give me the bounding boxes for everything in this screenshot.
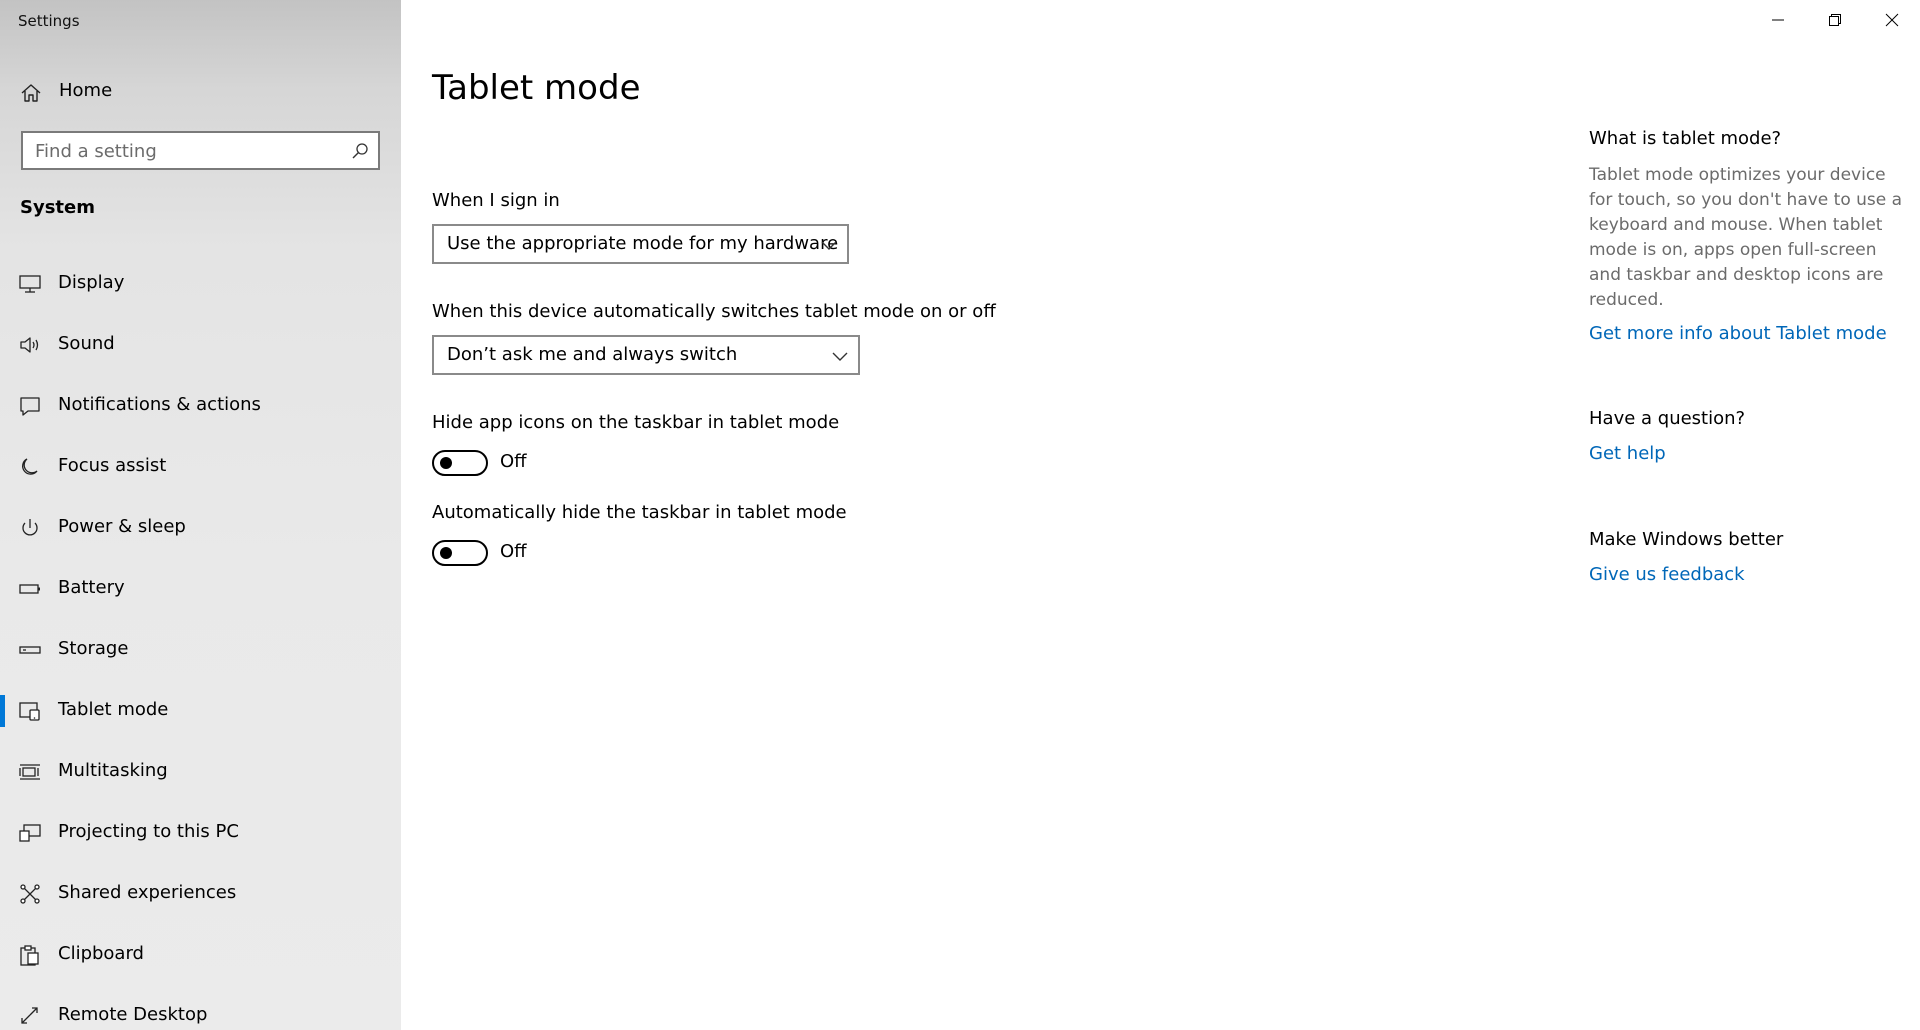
home-button[interactable]: Home xyxy=(0,72,401,112)
get-help-link[interactable]: Get help xyxy=(1589,443,1666,464)
speaker-icon xyxy=(20,337,39,353)
search-input[interactable] xyxy=(35,139,335,163)
sidebar-item-label: Battery xyxy=(58,577,125,598)
sidebar-item-label: Sound xyxy=(58,333,115,354)
close-icon xyxy=(1885,13,1898,27)
sidebar-item-notifications[interactable]: Notifications & actions xyxy=(0,382,401,430)
sidebar-item-clipboard[interactable]: Clipboard xyxy=(0,931,401,979)
toggle-knob xyxy=(440,547,452,559)
projecting-icon xyxy=(19,824,41,842)
toggle-knob xyxy=(440,457,452,469)
sidebar-item-label: Storage xyxy=(58,638,129,659)
auto-switch-label: When this device automatically switches … xyxy=(432,301,996,322)
restore-icon xyxy=(1828,14,1841,26)
sidebar-item-focus-assist[interactable]: Focus assist xyxy=(0,443,401,491)
storage-icon xyxy=(19,646,41,654)
sidebar-item-remote-desktop[interactable]: Remote Desktop xyxy=(0,992,401,1030)
sidebar-item-label: Clipboard xyxy=(58,943,144,964)
sidebar-item-label: Projecting to this PC xyxy=(58,821,239,842)
tablet-mode-icon xyxy=(19,702,40,721)
sidebar-item-display[interactable]: Display xyxy=(0,260,401,308)
feedback-link[interactable]: Give us feedback xyxy=(1589,564,1745,585)
moon-icon xyxy=(22,458,38,475)
selection-indicator xyxy=(0,695,5,727)
sidebar-item-projecting[interactable]: Projecting to this PC xyxy=(0,809,401,857)
home-label: Home xyxy=(59,80,113,101)
sidebar-item-power-sleep[interactable]: Power & sleep xyxy=(0,504,401,552)
shared-experiences-icon xyxy=(20,884,40,904)
sign-in-selected-value: Use the appropriate mode for my hardware xyxy=(447,233,839,254)
power-icon xyxy=(22,519,38,536)
sidebar-item-shared-experiences[interactable]: Shared experiences xyxy=(0,870,401,918)
sidebar-item-label: Display xyxy=(58,272,125,293)
sidebar-item-multitasking[interactable]: Multitasking xyxy=(0,748,401,796)
auto-switch-dropdown[interactable]: Don’t ask me and always switch xyxy=(432,335,860,375)
window-controls xyxy=(1749,0,1920,40)
search-box[interactable] xyxy=(21,131,380,170)
more-info-link[interactable]: Get more info about Tablet mode xyxy=(1589,323,1887,344)
sign-in-label: When I sign in xyxy=(432,190,560,211)
chevron-down-icon xyxy=(832,352,848,361)
sidebar-item-battery[interactable]: Battery xyxy=(0,565,401,613)
info-heading-what: What is tablet mode? xyxy=(1589,128,1782,149)
sidebar-item-sound[interactable]: Sound xyxy=(0,321,401,369)
hide-icons-label: Hide app icons on the taskbar in tablet … xyxy=(432,412,840,433)
sidebar-item-tablet-mode[interactable]: Tablet mode xyxy=(0,687,401,735)
sidebar-item-label: Notifications & actions xyxy=(58,394,261,415)
sidebar: Settings Home System Display xyxy=(0,0,401,1030)
minimize-icon xyxy=(1771,19,1784,21)
chevron-down-icon xyxy=(821,241,837,250)
settings-window: Settings Home System Display xyxy=(0,0,1920,1030)
info-heading-question: Have a question? xyxy=(1589,408,1746,429)
restore-button[interactable] xyxy=(1806,0,1863,40)
page-title: Tablet mode xyxy=(432,68,641,108)
app-title: Settings xyxy=(18,12,80,30)
search-icon[interactable] xyxy=(351,142,369,160)
sidebar-item-label: Focus assist xyxy=(58,455,167,476)
sign-in-dropdown[interactable]: Use the appropriate mode for my hardware xyxy=(432,224,849,264)
sidebar-item-storage[interactable]: Storage xyxy=(0,626,401,674)
monitor-icon xyxy=(19,275,41,293)
sidebar-item-label: Tablet mode xyxy=(58,699,169,720)
sidebar-item-label: Power & sleep xyxy=(58,516,186,537)
sidebar-item-label: Shared experiences xyxy=(58,882,237,903)
info-heading-better: Make Windows better xyxy=(1589,529,1784,550)
hide-icons-state: Off xyxy=(500,451,527,472)
hide-taskbar-state: Off xyxy=(500,541,527,562)
notification-icon xyxy=(20,397,40,416)
home-icon xyxy=(21,84,41,102)
close-button[interactable] xyxy=(1863,0,1920,40)
remote-desktop-icon xyxy=(21,1007,38,1024)
multitasking-icon xyxy=(19,764,40,780)
hide-taskbar-label: Automatically hide the taskbar in tablet… xyxy=(432,502,847,523)
minimize-button[interactable] xyxy=(1749,0,1806,40)
battery-icon xyxy=(19,584,40,594)
hide-icons-toggle[interactable] xyxy=(432,450,488,476)
info-body-what: Tablet mode optimizes your device for to… xyxy=(1589,165,1903,310)
sidebar-item-label: Remote Desktop xyxy=(58,1004,208,1025)
sidebar-item-label: Multitasking xyxy=(58,760,168,781)
hide-taskbar-toggle[interactable] xyxy=(432,540,488,566)
section-title-system: System xyxy=(20,197,95,218)
clipboard-icon xyxy=(20,945,39,966)
auto-switch-selected-value: Don’t ask me and always switch xyxy=(447,344,738,365)
main-content: Tablet mode When I sign in Use the appro… xyxy=(401,0,1920,1030)
